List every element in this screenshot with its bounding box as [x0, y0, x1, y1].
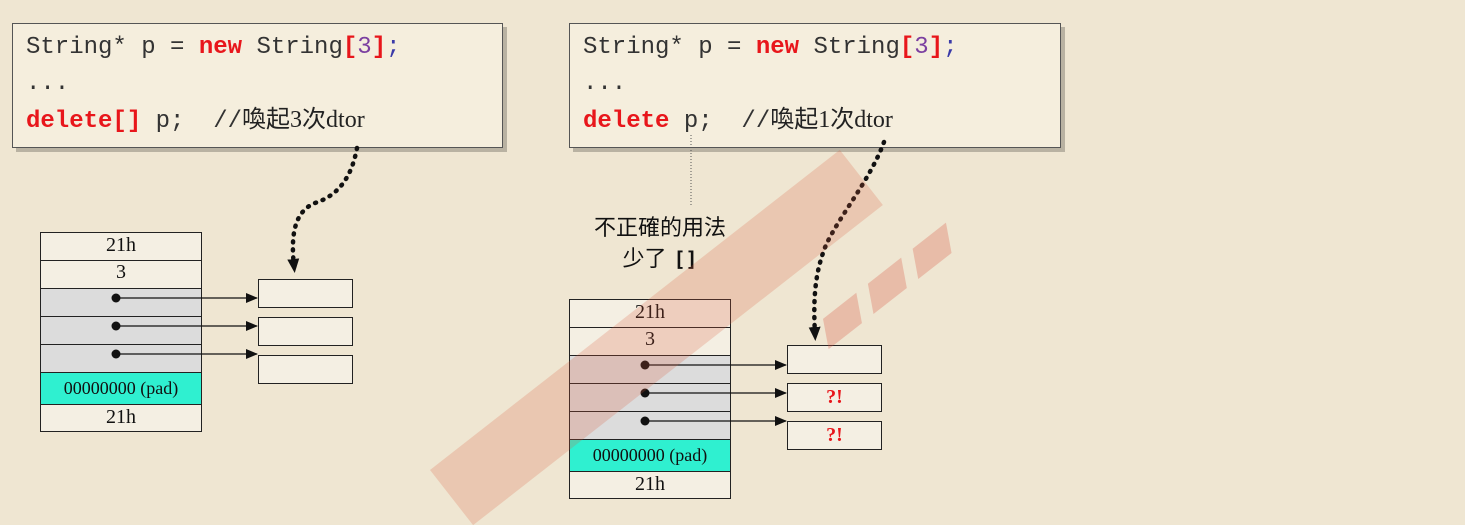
left-dtor-dotted-arrow [287, 145, 360, 273]
right-pointer-arrows [640, 360, 787, 426]
left-pointer-arrows [111, 293, 258, 359]
diagram-stage: String* p = new String[3]; ... delete[] … [0, 0, 1465, 525]
right-dtor-dotted-arrow [808, 139, 887, 341]
connector-layer [111, 135, 887, 426]
